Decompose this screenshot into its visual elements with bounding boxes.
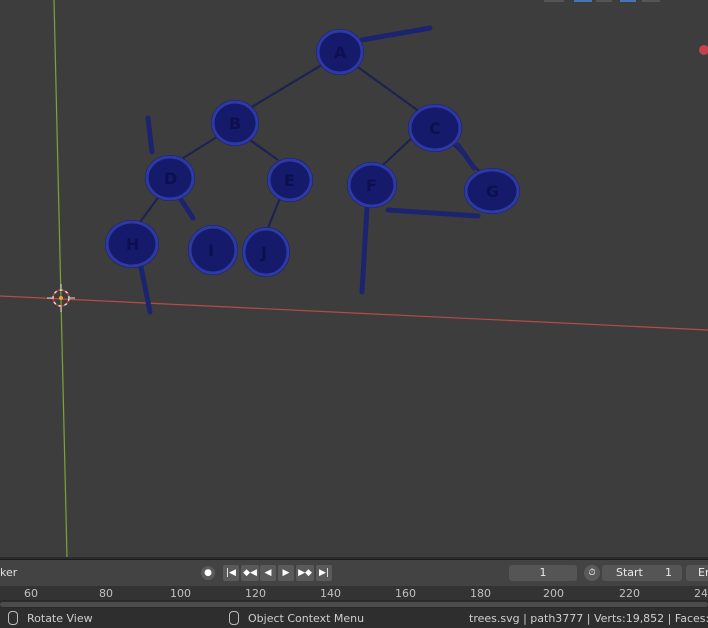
tree-node-e[interactable]: E	[267, 158, 313, 202]
scrollbar-thumb[interactable]	[0, 602, 708, 607]
mouse-left-icon	[8, 611, 18, 625]
node-label-h: H	[126, 235, 139, 254]
start-frame-field[interactable]: Start 1	[602, 565, 682, 581]
ruler-tick: 180	[470, 587, 491, 600]
status-left-action: Rotate View	[27, 612, 93, 625]
node-label-f: F	[366, 176, 377, 195]
record-icon[interactable]: ●	[201, 566, 215, 580]
ruler-tick: 120	[245, 587, 266, 600]
3d-viewport[interactable]: A B C D E F G H I J	[0, 0, 708, 557]
node-label-j: J	[260, 243, 267, 262]
status-bar: Rotate View Object Context Menu trees.sv…	[0, 608, 708, 628]
play-reverse-icon[interactable]: ◀	[260, 565, 276, 581]
y-axis-line	[53, 0, 68, 557]
start-value: 1	[665, 566, 672, 579]
node-label-b: B	[229, 114, 241, 133]
timeline-header: ker ● |◀ ◆◀ ◀ ▶ ▶◆ ▶| 1 ⏱ Start 1 Er	[0, 559, 708, 586]
3d-cursor-icon[interactable]	[47, 284, 75, 312]
ruler-tick: 220	[619, 587, 640, 600]
node-label-g: G	[486, 182, 499, 201]
ruler-tick: 24	[694, 587, 708, 600]
tree-node-a[interactable]: A	[316, 29, 364, 75]
marker-menu[interactable]: ker	[0, 566, 17, 579]
next-keyframe-icon[interactable]: ▶◆	[296, 565, 314, 581]
tree-node-h[interactable]: H	[105, 220, 159, 268]
scene-canvas[interactable]: A B C D E F G H I J	[0, 0, 708, 557]
prev-keyframe-icon[interactable]: ◆◀	[241, 565, 259, 581]
ruler-tick: 80	[99, 587, 113, 600]
tree-node-c[interactable]: C	[408, 104, 462, 152]
node-label-e: E	[284, 171, 295, 190]
jump-end-icon[interactable]: ▶|	[316, 565, 332, 581]
timeline-scrollbar[interactable]	[0, 600, 708, 608]
stopwatch-icon[interactable]: ⏱	[584, 565, 600, 581]
ruler-tick: 100	[170, 587, 191, 600]
end-label: Er	[698, 566, 708, 579]
jump-start-icon[interactable]: |◀	[223, 565, 239, 581]
ruler-tick: 160	[395, 587, 416, 600]
end-frame-field[interactable]: Er	[686, 565, 708, 581]
mouse-right-icon	[229, 611, 239, 625]
tree-node-g[interactable]: G	[464, 168, 520, 214]
ruler-tick: 200	[543, 587, 564, 600]
viewport-header-button[interactable]	[642, 0, 660, 2]
tree-node-b[interactable]: B	[211, 100, 259, 146]
play-icon[interactable]: ▶	[278, 565, 294, 581]
status-scene-info: trees.svg | path3777 | Verts:19,852 | Fa…	[469, 612, 708, 625]
node-label-a: A	[334, 43, 347, 62]
start-label: Start	[616, 566, 643, 579]
viewport-header-button[interactable]	[596, 0, 612, 2]
light-object-icon[interactable]	[699, 45, 708, 55]
tree-node-j[interactable]: J	[242, 227, 290, 277]
viewport-header-button[interactable]	[620, 0, 636, 2]
tree-node-i[interactable]: I	[188, 225, 238, 275]
ruler-tick: 140	[320, 587, 341, 600]
node-label-c: C	[429, 119, 441, 138]
current-frame-field[interactable]: 1	[509, 565, 577, 581]
viewport-header-button[interactable]	[544, 0, 564, 2]
node-label-d: D	[164, 169, 177, 188]
status-middle-action: Object Context Menu	[248, 612, 365, 625]
ruler-tick: 60	[24, 587, 38, 600]
timeline-ruler[interactable]: 60 80 100 120 140 160 180 200 220 24	[0, 586, 708, 600]
node-label-i: I	[208, 241, 214, 260]
viewport-header-button[interactable]	[574, 0, 592, 2]
tree-node-f[interactable]: F	[347, 162, 397, 208]
x-axis-line	[0, 295, 708, 331]
tree-node-d[interactable]: D	[145, 155, 195, 201]
